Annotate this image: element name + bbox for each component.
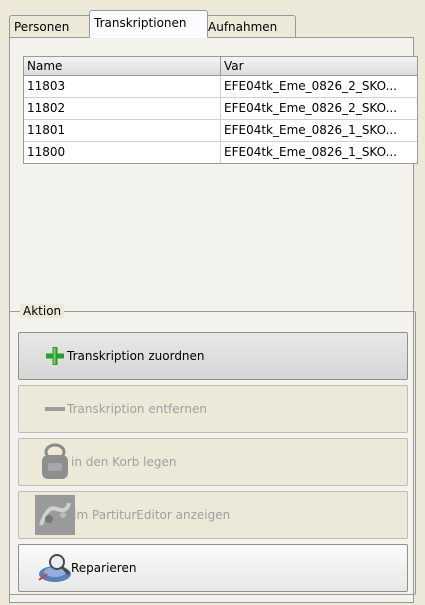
add-to-basket-button[interactable]: in den Korb legen bbox=[18, 438, 408, 486]
transcription-table: Name Var 11803 EFE04tk_Eme_0826_2_SKO...… bbox=[23, 56, 418, 164]
column-header-name[interactable]: Name bbox=[24, 57, 221, 75]
table-row[interactable]: 11803 EFE04tk_Eme_0826_2_SKO... bbox=[24, 76, 417, 98]
cell-name: 11801 bbox=[24, 120, 221, 141]
add-to-basket-label: in den Korb legen bbox=[71, 455, 177, 469]
assign-transcription-label: Transkription zuordnen bbox=[67, 349, 205, 363]
tab-personen[interactable]: Personen bbox=[9, 15, 92, 38]
column-header-var[interactable]: Var bbox=[221, 57, 417, 75]
action-group-title: Aktion bbox=[20, 304, 65, 318]
table-row[interactable]: 11802 EFE04tk_Eme_0826_2_SKO... bbox=[24, 98, 417, 120]
cell-name: 11800 bbox=[24, 142, 221, 163]
cell-name: 11802 bbox=[24, 98, 221, 119]
cell-var: EFE04tk_Eme_0826_2_SKO... bbox=[224, 101, 398, 115]
repair-label: Reparieren bbox=[71, 561, 137, 575]
assign-transcription-button[interactable]: Transkription zuordnen bbox=[18, 332, 408, 380]
show-in-partitur-editor-button[interactable]: Im PartiturEditor anzeigen bbox=[18, 491, 408, 539]
table-row[interactable]: 11801 EFE04tk_Eme_0826_1_SKO... bbox=[24, 120, 417, 142]
show-in-partitur-editor-label: Im PartiturEditor anzeigen bbox=[73, 508, 231, 522]
table-header: Name Var bbox=[24, 57, 417, 76]
cell-var: EFE04tk_Eme_0826_1_SKO... bbox=[224, 145, 398, 159]
remove-transcription-button[interactable]: Transkription entfernen bbox=[18, 385, 408, 433]
cell-name: 11803 bbox=[24, 76, 221, 97]
tab-transkriptionen[interactable]: Transkriptionen bbox=[89, 10, 208, 38]
cell-var: EFE04tk_Eme_0826_2_SKO... bbox=[224, 79, 398, 93]
cell-var: EFE04tk_Eme_0826_1_SKO... bbox=[224, 123, 398, 137]
table-row[interactable]: 11800 EFE04tk_Eme_0826_1_SKO... bbox=[24, 142, 417, 163]
remove-transcription-label: Transkription entfernen bbox=[67, 402, 207, 416]
repair-button[interactable]: Reparieren bbox=[18, 544, 408, 592]
tab-bar: Personen Transkriptionen Aufnahmen bbox=[9, 10, 415, 38]
action-group: Aktion Transkription zuordnen Transkript… bbox=[9, 304, 416, 595]
tab-aufnahmen[interactable]: Aufnahmen bbox=[203, 15, 296, 38]
